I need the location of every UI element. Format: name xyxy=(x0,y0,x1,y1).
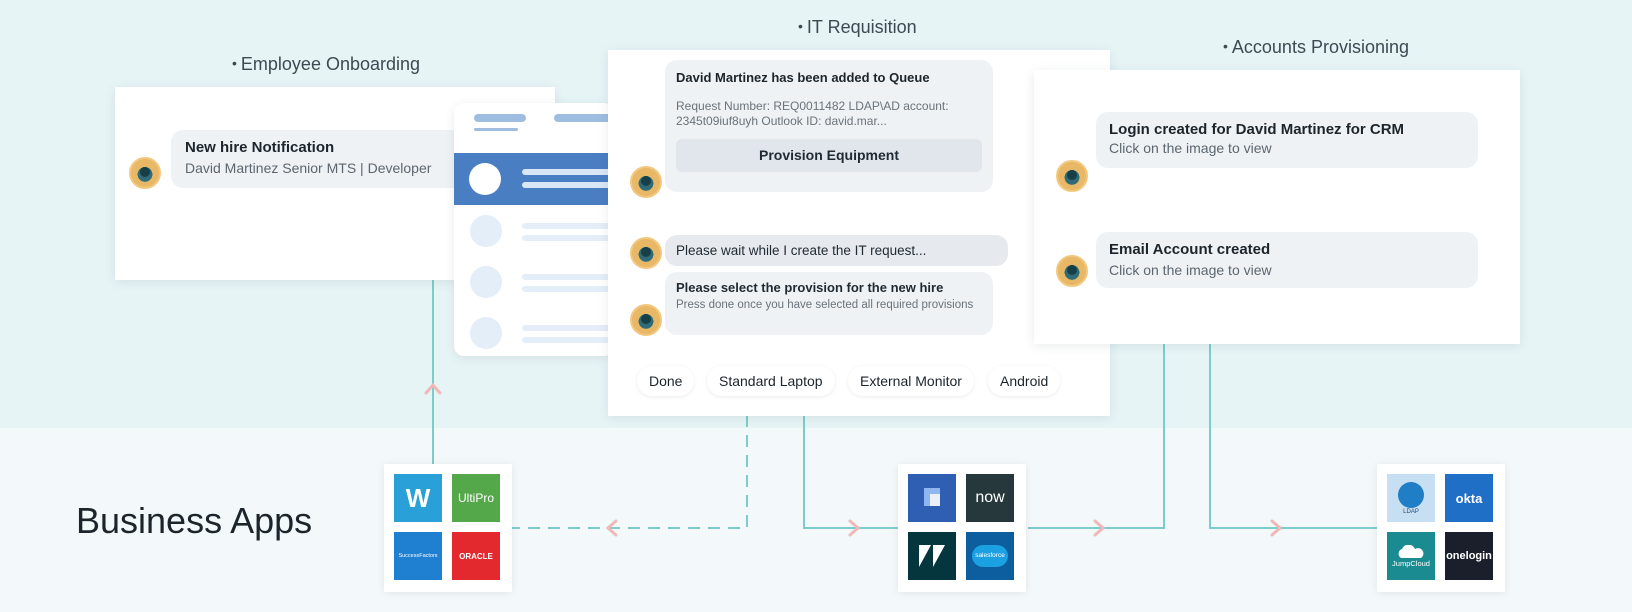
login-created-sub: Click on the image to view xyxy=(1109,140,1272,156)
okta-icon[interactable]: okta xyxy=(1445,474,1493,522)
section-title-requisition-text: IT Requisition xyxy=(806,17,917,37)
option-external-monitor[interactable]: External Monitor xyxy=(848,366,974,396)
hr-list-mockup xyxy=(454,103,614,356)
section-title-provisioning-text: Accounts Provisioning xyxy=(1231,37,1409,57)
servicenow-label: now xyxy=(975,489,1005,506)
jumpcloud-label: JumpCloud xyxy=(1392,558,1430,568)
salesforce-label: salesforce xyxy=(972,545,1008,567)
onelogin-label: onelogin xyxy=(1446,550,1492,562)
ultipro-label: UltiPro xyxy=(457,491,494,505)
ultipro-icon[interactable]: UltiPro xyxy=(452,474,500,522)
option-done[interactable]: Done xyxy=(637,366,695,396)
queue-title: David Martinez has been added to Queue xyxy=(676,70,930,85)
business-apps-label: Business Apps xyxy=(76,500,313,541)
provisioning-panel: Login created for David Martinez for CRM… xyxy=(1034,70,1520,344)
email-created-title: Email Account created xyxy=(1109,241,1271,258)
select-provision-bubble: Please select the provision for the new … xyxy=(665,272,993,335)
ldap-icon[interactable]: LDAP xyxy=(1387,474,1435,522)
request-details: Request Number: REQ0011482 LDAP\AD accou… xyxy=(676,99,949,128)
section-title-requisition: • IT Requisition xyxy=(798,17,917,37)
workday-label: W xyxy=(405,482,431,513)
option-android[interactable]: Android xyxy=(988,366,1061,396)
select-provision-title: Please select the provision for the new … xyxy=(676,280,944,295)
oracle-icon[interactable]: ORACLE xyxy=(452,532,500,580)
jumpcloud-icon[interactable]: JumpCloud xyxy=(1387,532,1435,580)
oracle-label: ORACLE xyxy=(459,551,493,561)
onelogin-icon[interactable]: onelogin xyxy=(1445,532,1493,580)
ldap-label: LDAP xyxy=(1403,508,1419,515)
email-created-sub: Click on the image to view xyxy=(1109,262,1272,278)
queue-bubble: David Martinez has been added to Queue R… xyxy=(665,60,993,192)
bot-avatar xyxy=(630,166,662,198)
hr-apps-box: W UltiPro SuccessFactors ORACLE xyxy=(384,464,512,592)
identity-apps-box: LDAP okta JumpCloud onelogin xyxy=(1377,464,1505,592)
okta-label: okta xyxy=(1455,490,1483,506)
salesforce-icon[interactable]: salesforce xyxy=(966,532,1014,580)
workday-icon[interactable]: W xyxy=(394,474,442,522)
jira-icon[interactable] xyxy=(908,474,956,522)
connector-dashed xyxy=(510,415,748,529)
selected-list-row xyxy=(454,153,614,205)
provision-equipment-button[interactable]: Provision Equipment xyxy=(676,139,982,172)
login-created-bubble[interactable]: Login created for David Martinez for CRM… xyxy=(1096,112,1478,168)
servicenow-icon[interactable]: now xyxy=(966,474,1014,522)
email-created-bubble[interactable]: Email Account created Click on the image… xyxy=(1096,232,1478,288)
bot-avatar xyxy=(1056,160,1088,192)
section-title-provisioning: • Accounts Provisioning xyxy=(1223,37,1409,57)
section-title-onboarding: • Employee Onboarding xyxy=(232,54,421,74)
itsm-apps-box: now salesforce xyxy=(898,464,1026,592)
option-standard-laptop[interactable]: Standard Laptop xyxy=(707,366,835,396)
connector-identity xyxy=(1209,344,1377,529)
select-provision-sub: Press done once you have selected all re… xyxy=(676,299,974,311)
bot-avatar xyxy=(129,157,161,189)
successfactors-icon[interactable]: SuccessFactors xyxy=(394,532,442,580)
bot-avatar xyxy=(630,237,662,269)
bot-avatar xyxy=(1056,255,1088,287)
successfactors-label: SuccessFactors xyxy=(398,553,438,559)
zendesk-icon[interactable] xyxy=(908,532,956,580)
bot-avatar xyxy=(630,304,662,336)
section-title-onboarding-text: Employee Onboarding xyxy=(240,54,421,74)
wait-message: Please wait while I create the IT reques… xyxy=(665,235,1008,266)
login-created-title: Login created for David Martinez for CRM xyxy=(1109,121,1405,138)
connector-itsm xyxy=(803,415,902,529)
